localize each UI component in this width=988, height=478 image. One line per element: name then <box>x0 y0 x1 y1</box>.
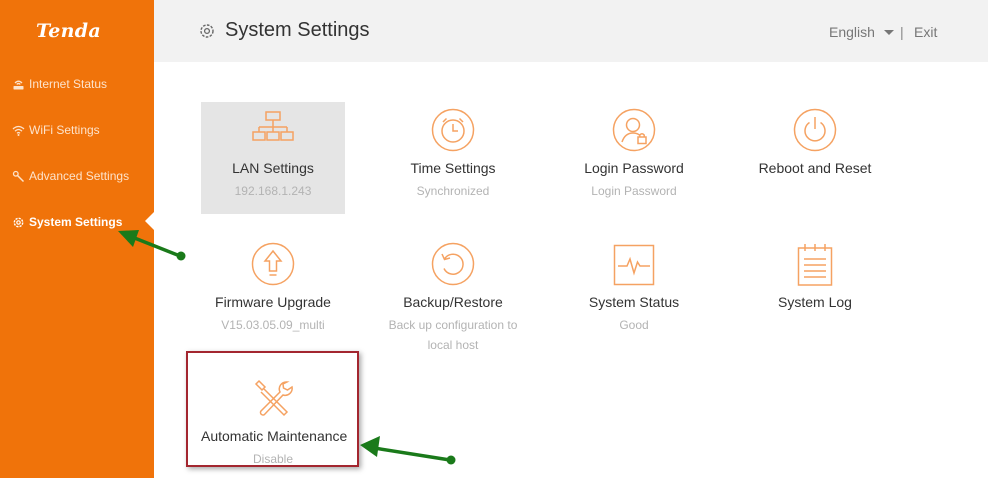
tile-label: Firmware Upgrade <box>215 294 331 310</box>
user-lock-icon <box>612 108 656 152</box>
annotation-arrow-maintenance <box>360 436 456 465</box>
alarm-clock-icon <box>431 108 475 152</box>
caret-down-icon <box>883 29 894 35</box>
tile-status: V15.03.05.09_multi <box>221 318 325 332</box>
tile-lan-settings[interactable]: LAN Settings 192.168.1.243 <box>201 102 345 214</box>
sidebar-item-advanced-settings[interactable]: Advanced Settings <box>12 166 129 186</box>
header-separator: | <box>900 24 904 40</box>
exit-link[interactable]: Exit <box>914 24 937 40</box>
tile-status: 192.168.1.243 <box>234 184 312 198</box>
tile-login-password[interactable]: Login Password Login Password <box>562 102 706 214</box>
header-bar: System Settings English | Exit <box>154 0 988 62</box>
tile-status: Good <box>619 318 649 332</box>
tile-system-status[interactable]: System Status Good <box>562 236 706 348</box>
tile-firmware-upgrade[interactable]: Firmware Upgrade V15.03.05.09_multi <box>201 236 345 348</box>
sidebar-item-label: System Settings <box>29 215 123 229</box>
sidebar-item-wifi-settings[interactable]: WiFi Settings <box>12 120 100 140</box>
tile-status: Synchronized <box>416 184 490 198</box>
log-notepad-icon <box>793 242 837 286</box>
sidebar-item-system-settings[interactable]: System Settings <box>12 212 122 232</box>
language-label: English <box>829 24 875 40</box>
router-icon <box>12 78 25 91</box>
sidebar-item-internet-status[interactable]: Internet Status <box>12 74 107 94</box>
sidebar-item-label: Advanced Settings <box>29 169 130 183</box>
network-topology-icon <box>251 108 295 152</box>
gear-icon <box>12 216 25 229</box>
tile-label: Reboot and Reset <box>758 160 872 176</box>
pulse-monitor-icon <box>612 242 656 286</box>
page-title: System Settings <box>225 19 370 41</box>
wifi-icon <box>12 124 25 137</box>
restore-icon <box>431 242 475 286</box>
tile-label: Time Settings <box>410 160 496 176</box>
tile-status: Login Password <box>591 184 677 198</box>
tile-label: LAN Settings <box>232 160 314 176</box>
tile-reboot-and-reset[interactable]: Reboot and Reset <box>743 102 887 214</box>
tile-label: Login Password <box>584 160 684 176</box>
language-select[interactable]: English <box>829 24 894 40</box>
power-icon <box>793 108 837 152</box>
tile-backup-restore[interactable]: Backup/Restore Back up configuration to … <box>381 236 525 352</box>
tile-system-log[interactable]: System Log <box>743 236 887 348</box>
wrench-icon <box>12 170 25 183</box>
tile-status: Back up configuration to local host <box>388 318 518 352</box>
tile-label: System Status <box>588 294 680 310</box>
gear-icon <box>198 22 216 40</box>
sidebar-item-label: Internet Status <box>29 77 108 91</box>
sidebar-item-label: WiFi Settings <box>29 123 100 137</box>
tile-label: Backup/Restore <box>403 294 503 310</box>
highlight-annotation-box <box>186 351 359 467</box>
tile-time-settings[interactable]: Time Settings Synchronized <box>381 102 525 214</box>
tenda-logo: Tenda <box>36 20 101 42</box>
annotation-arrow-sidebar <box>118 230 186 261</box>
tile-label: System Log <box>778 294 852 310</box>
upgrade-arrow-icon <box>251 242 295 286</box>
